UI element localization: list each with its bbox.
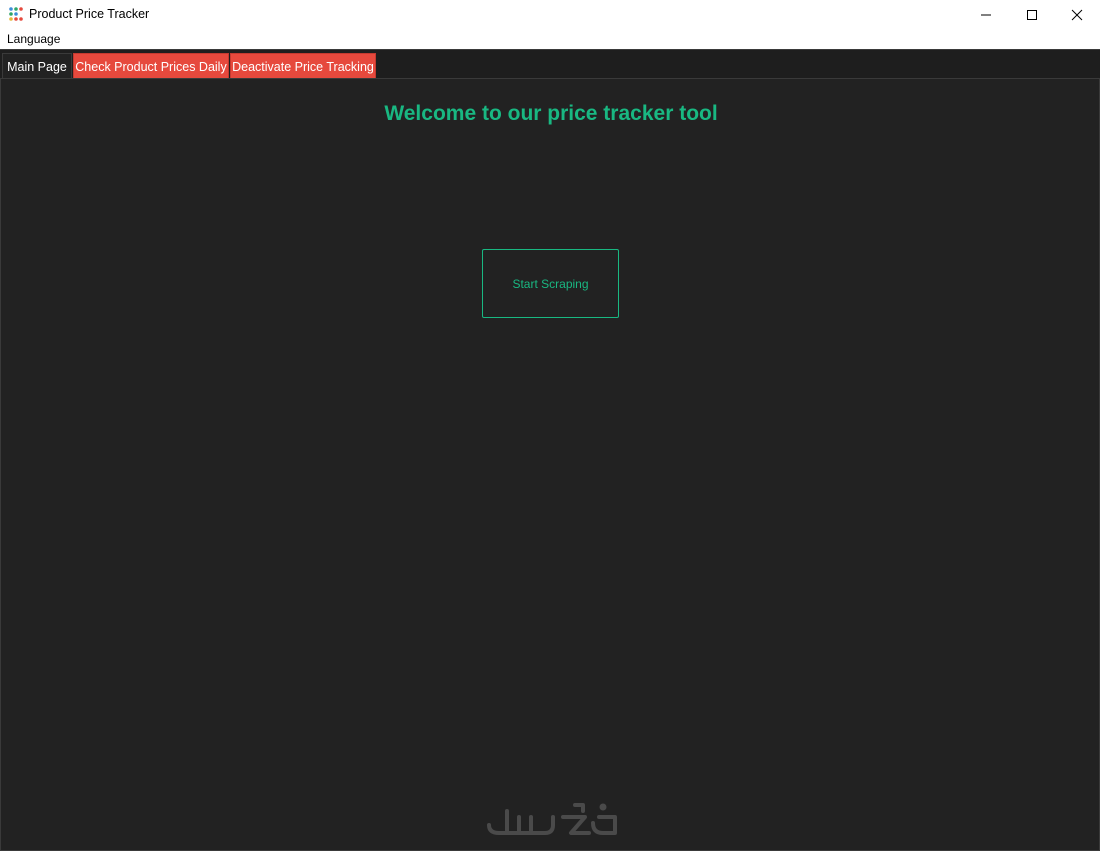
close-button[interactable] [1054,0,1100,30]
minimize-button[interactable] [963,0,1009,30]
maximize-button[interactable] [1009,0,1055,30]
title-bar: Product Price Tracker [0,0,1100,30]
main-page-panel: Welcome to our price tracker tool Start … [0,78,1100,851]
tab-check-product-prices-daily[interactable]: Check Product Prices Daily [73,53,229,79]
close-icon [1071,9,1083,21]
app-dots-icon [9,7,23,21]
minimize-icon [981,14,991,16]
maximize-icon [1027,10,1037,20]
menu-bar: Language [0,30,1100,49]
window-title: Product Price Tracker [29,7,150,21]
app-window: Product Price Tracker Language Main Page… [0,0,1100,851]
tab-bar: Main Page Check Product Prices Daily Dea… [0,49,1100,79]
tab-main-page[interactable]: Main Page [2,53,72,79]
start-scraping-button[interactable]: Start Scraping [482,249,619,318]
tab-deactivate-price-tracking[interactable]: Deactivate Price Tracking [230,53,376,79]
watermark-logo [487,803,617,835]
welcome-heading: Welcome to our price tracker tool [384,102,718,125]
menu-item-language[interactable]: Language [7,32,60,46]
